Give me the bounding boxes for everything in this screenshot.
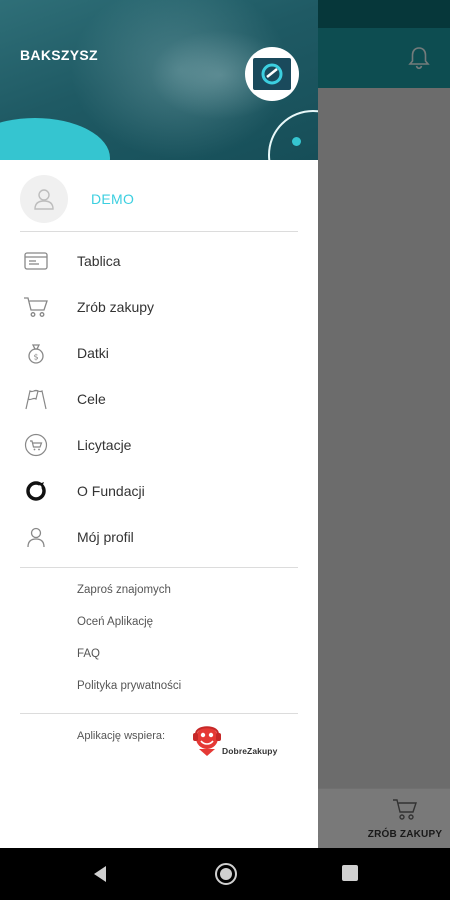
dobrezakupy-mascot-icon [193, 726, 221, 756]
menu-item-tablica[interactable]: Tablica [0, 238, 318, 284]
drawer-header: BAKSZYSZ [0, 0, 318, 160]
link-label: Zaproś znajomych [77, 584, 171, 596]
app-title: BAKSZYSZ [20, 47, 98, 63]
sponsor-logo-text: DobreZakupy [222, 746, 278, 756]
system-navigation-bar [0, 848, 450, 900]
menu-item-label: Mój profil [77, 529, 134, 545]
menu-item-datki[interactable]: $ Datki [0, 330, 318, 376]
flags-icon [22, 387, 50, 411]
link-rate-app[interactable]: Oceń Aplikację [0, 607, 318, 639]
menu-item-label: Tablica [77, 253, 121, 269]
link-label: FAQ [77, 648, 101, 660]
menu-item-o-fundacji[interactable]: O Fundacji [0, 468, 318, 514]
user-avatar-icon [34, 189, 54, 210]
menu-item-zrob-zakupy[interactable]: Zrób zakupy [0, 284, 318, 330]
divider [20, 713, 298, 714]
dashboard-icon [22, 249, 50, 273]
divider [20, 231, 298, 232]
foundation-logo-icon [261, 63, 283, 85]
link-faq[interactable]: FAQ [0, 639, 318, 671]
link-invite-friends[interactable]: Zaproś znajomych [0, 575, 318, 607]
svg-text:$: $ [33, 353, 38, 362]
foundation-logo-icon [22, 479, 50, 503]
menu-item-label: O Fundacji [77, 483, 145, 499]
foundation-logo [245, 47, 299, 101]
person-icon [22, 525, 50, 549]
link-label: Oceń Aplikację [77, 616, 154, 628]
menu-item-cele[interactable]: Cele [0, 376, 318, 422]
header-dot [292, 137, 301, 146]
recent-apps-icon[interactable] [342, 865, 358, 881]
link-privacy-policy[interactable]: Polityka prywatności [0, 671, 318, 703]
menu-item-moj-profil[interactable]: Mój profil [0, 514, 318, 560]
menu-item-licytacje[interactable]: Licytacje [0, 422, 318, 468]
back-icon[interactable] [90, 864, 110, 884]
header-curve [268, 110, 318, 160]
navigation-drawer: BAKSZYSZ DEMO Tablica Zrób zakupy $ Datk… [0, 0, 318, 848]
home-icon[interactable] [214, 862, 238, 886]
menu-item-label: Zrób zakupy [77, 299, 155, 315]
avatar [20, 175, 68, 223]
menu-item-label: Datki [77, 345, 109, 361]
menu-item-label: Licytacje [77, 437, 132, 453]
auction-cart-icon [22, 433, 50, 457]
money-bag-icon: $ [22, 341, 50, 365]
user-profile-row[interactable]: DEMO [0, 172, 318, 226]
sponsor-label: Aplikację wspiera: [77, 730, 166, 742]
user-name: DEMO [91, 191, 135, 207]
sponsor-logo[interactable]: DobreZakupy [190, 722, 300, 766]
sponsor-section: Aplikację wspiera: DobreZakupy [0, 718, 318, 768]
divider [20, 567, 298, 568]
menu-item-label: Cele [77, 391, 106, 407]
link-label: Polityka prywatności [77, 680, 182, 692]
cart-icon [22, 295, 50, 319]
